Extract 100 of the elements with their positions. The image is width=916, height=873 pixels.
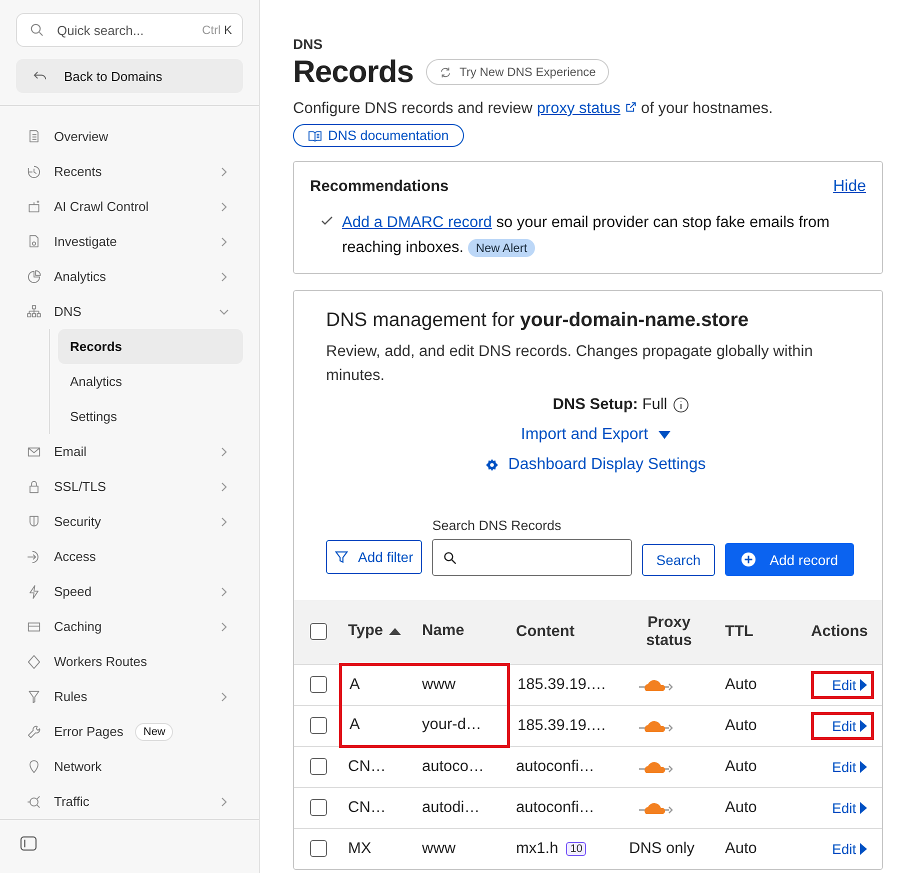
- import-export-dropdown[interactable]: Import and Export: [520, 426, 672, 444]
- column-header[interactable]: Actions: [811, 622, 868, 641]
- chevron-right-icon[interactable]: [219, 166, 229, 176]
- robot-icon: [26, 198, 42, 214]
- sort-up-icon[interactable]: [389, 628, 402, 636]
- sidebar-item[interactable]: Rules: [16, 679, 243, 714]
- row-checkbox[interactable]: [310, 840, 327, 858]
- page-description: Configure DNS records and review proxy status of your hostnames.: [293, 100, 774, 118]
- hide-link[interactable]: Hide: [833, 178, 866, 196]
- add-filter-button[interactable]: Add filter: [326, 540, 422, 574]
- chevron-right-icon[interactable]: [219, 692, 229, 702]
- management-description: Review, add, and edit DNS records. Changes propagate globally within minutes.: [326, 342, 814, 386]
- chevron-right-icon[interactable]: [219, 272, 229, 282]
- info-icon[interactable]: [673, 397, 690, 413]
- priority-badge: 10: [566, 842, 586, 856]
- chevron-right-icon[interactable]: [219, 236, 229, 246]
- edit-button[interactable]: Edit: [811, 712, 874, 740]
- try-new-experience-button[interactable]: Try New DNS Experience: [426, 59, 609, 85]
- sidebar-toggle-icon[interactable]: [20, 836, 37, 851]
- new-alert-badge: New Alert: [468, 239, 536, 257]
- sidebar-item[interactable]: Recents: [16, 154, 243, 189]
- sidebar-subitem[interactable]: Settings: [58, 399, 243, 434]
- sidebar-item[interactable]: Network: [16, 749, 243, 784]
- page-title: Records: [293, 54, 414, 90]
- chevron-down-icon[interactable]: [219, 306, 229, 316]
- pie-chart-icon: [26, 268, 42, 284]
- sidebar-subitem[interactable]: Analytics: [58, 364, 243, 399]
- sidebar-item[interactable]: Workers Routes: [16, 644, 243, 679]
- sidebar-item[interactable]: Security: [16, 504, 243, 539]
- add-record-button[interactable]: Add record: [724, 543, 854, 576]
- search-label: Search DNS Records: [432, 518, 562, 533]
- back-to-domains-button[interactable]: Back to Domains: [16, 59, 243, 93]
- record-type: A: [350, 716, 360, 733]
- wrench-icon: [26, 724, 42, 740]
- management-title: DNS management for your-domain-name.store: [326, 309, 750, 332]
- edit-button[interactable]: Edit: [811, 834, 874, 863]
- recommendations-title: Recommendations: [310, 178, 449, 196]
- sidebar-item[interactable]: Traffic: [16, 784, 243, 819]
- column-header[interactable]: Proxy status: [629, 614, 709, 650]
- sidebar-subitem[interactable]: Records: [58, 329, 243, 364]
- row-checkbox[interactable]: [310, 676, 327, 693]
- search-icon: [443, 550, 458, 564]
- edit-button[interactable]: Edit: [811, 752, 874, 780]
- nodes-icon: [26, 794, 42, 810]
- record-type: CN…: [348, 758, 386, 775]
- display-settings-link[interactable]: Dashboard Display Settings: [486, 456, 706, 474]
- recommendation-text: Add a DMARC record so your email provider can stop fake emails from reaching inboxes. New Alert: [342, 213, 831, 259]
- sidebar-item[interactable]: SSL/TLS: [16, 469, 243, 504]
- edit-button[interactable]: Edit: [811, 670, 874, 698]
- clock-icon: [26, 164, 42, 180]
- ttl-value: Auto: [725, 716, 757, 734]
- quick-search-input[interactable]: Quick search...: [55, 22, 192, 38]
- chevron-right-icon[interactable]: [219, 482, 229, 492]
- sidebar-item[interactable]: Access: [16, 539, 243, 574]
- sidebar-item[interactable]: DNS: [16, 294, 243, 329]
- sidebar-item[interactable]: Email: [16, 434, 243, 469]
- add-dmarc-link[interactable]: Add a DMARC record: [342, 214, 492, 231]
- shortcut-hint: Ctrl K: [202, 23, 232, 37]
- chevron-right-icon[interactable]: [219, 622, 229, 632]
- chevron-right-icon[interactable]: [219, 446, 229, 456]
- sidebar-item[interactable]: AI Crawl Control: [16, 189, 243, 224]
- column-header[interactable]: Content: [516, 622, 575, 641]
- caret-right-icon: [860, 720, 868, 732]
- row-checkbox[interactable]: [310, 758, 327, 775]
- sidebar-item[interactable]: Speed: [16, 574, 243, 609]
- record-content: autoconfi…: [516, 758, 594, 776]
- sidebar-item[interactable]: Investigate: [16, 224, 243, 259]
- chevron-right-icon[interactable]: [219, 202, 229, 212]
- caret-right-icon: [860, 760, 868, 772]
- dns-search-field[interactable]: [432, 539, 632, 576]
- row-checkbox[interactable]: [310, 798, 327, 816]
- record-content: mx1.h: [516, 840, 558, 858]
- quick-search-field[interactable]: Quick search... Ctrl K: [16, 13, 243, 47]
- select-all-checkbox[interactable]: [310, 623, 327, 640]
- column-header[interactable]: Type: [348, 622, 384, 640]
- sidebar-item[interactable]: Caching: [16, 609, 243, 644]
- dns-documentation-button[interactable]: DNS documentation: [293, 124, 464, 147]
- row-checkbox[interactable]: [310, 716, 327, 734]
- chevron-right-icon[interactable]: [219, 516, 229, 526]
- column-header[interactable]: TTL: [725, 622, 754, 641]
- record-content: autoconfi…: [516, 798, 594, 816]
- record-content: 185.39.19.…: [518, 716, 606, 734]
- edit-button[interactable]: Edit: [811, 794, 874, 822]
- gear-icon: [486, 459, 498, 471]
- caret-down-icon: [658, 431, 672, 439]
- sidebar-item[interactable]: Error Pages New: [16, 714, 243, 749]
- sidebar-item[interactable]: Overview: [16, 119, 243, 154]
- chevron-right-icon[interactable]: [219, 796, 229, 806]
- sidebar-item[interactable]: Analytics: [16, 259, 243, 294]
- ttl-value: Auto: [725, 758, 757, 774]
- proxy-status-text: DNS only: [629, 840, 694, 857]
- caret-right-icon: [860, 802, 868, 814]
- filter-icon: [335, 550, 348, 564]
- diamond-icon: [26, 654, 42, 670]
- column-header[interactable]: Name: [422, 622, 464, 640]
- external-link-icon: [624, 101, 637, 113]
- search-button[interactable]: Search: [642, 544, 715, 576]
- proxy-status-link[interactable]: proxy status: [536, 100, 620, 117]
- record-name: www: [422, 840, 456, 857]
- chevron-right-icon[interactable]: [219, 586, 229, 596]
